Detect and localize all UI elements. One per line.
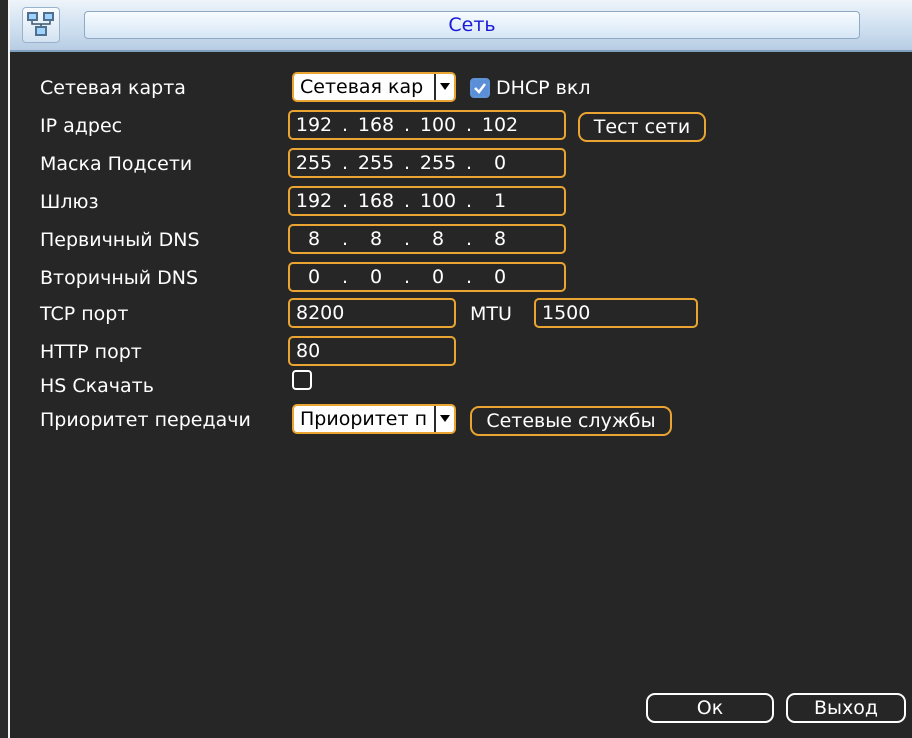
title-bar: Сеть xyxy=(10,0,912,52)
ip-octet: 8 xyxy=(493,228,507,250)
network-card-select[interactable]: Сетевая кар xyxy=(292,72,456,102)
ip-octet: 0 xyxy=(431,266,445,288)
check-icon xyxy=(474,83,486,94)
priority-select[interactable]: Приоритет п xyxy=(292,404,456,434)
network-card-value: Сетевая кар xyxy=(300,76,424,98)
ip-label: IP адрес xyxy=(40,115,123,137)
http-port-input[interactable]: 80 xyxy=(288,336,456,366)
ip-octet: 100 xyxy=(419,114,457,136)
dropdown-arrow-icon xyxy=(434,406,454,432)
ip-dot: . xyxy=(341,152,349,174)
ip-octet: 192 xyxy=(295,190,333,212)
ok-button[interactable]: Ок xyxy=(646,693,774,723)
ip-octet: 0 xyxy=(493,152,507,174)
ip-dot: . xyxy=(403,190,411,212)
ip-octet: 168 xyxy=(357,190,395,212)
dns2-label: Вторичный DNS xyxy=(40,267,199,289)
ip-dot: . xyxy=(403,228,411,250)
ip-dot: . xyxy=(403,114,411,136)
primary-dns-field[interactable]: 8 . 8 . 8 . 8 xyxy=(288,224,566,254)
network-services-button[interactable]: Сетевые службы xyxy=(470,406,672,436)
ip-octet: 0 xyxy=(307,266,321,288)
ip-dot: . xyxy=(465,114,473,136)
ip-octet: 1 xyxy=(493,190,507,212)
ip-octet: 255 xyxy=(357,152,395,174)
ip-octet: 8 xyxy=(431,228,445,250)
ip-octet: 192 xyxy=(295,114,333,136)
ip-octet: 168 xyxy=(357,114,395,136)
ip-dot: . xyxy=(465,152,473,174)
dns1-label: Первичный DNS xyxy=(40,229,200,251)
ip-dot: . xyxy=(403,266,411,288)
http-port-label: HTTP порт xyxy=(40,341,142,363)
exit-button[interactable]: Выход xyxy=(786,693,906,723)
ip-octet: 102 xyxy=(481,114,519,136)
dhcp-checkbox[interactable] xyxy=(470,78,490,98)
ip-dot: . xyxy=(465,190,473,212)
ip-dot: . xyxy=(341,228,349,250)
ip-octet: 8 xyxy=(369,228,383,250)
ip-octet: 100 xyxy=(419,190,457,212)
ip-octet: 255 xyxy=(295,152,333,174)
ip-dot: . xyxy=(465,228,473,250)
ip-octet: 8 xyxy=(307,228,321,250)
network-card-label: Сетевая карта xyxy=(40,77,186,99)
ip-dot: . xyxy=(465,266,473,288)
ip-octet: 255 xyxy=(419,152,457,174)
mtu-label: MTU xyxy=(470,303,512,325)
mask-label: Маска Подсети xyxy=(40,153,193,175)
ip-dot: . xyxy=(341,190,349,212)
gateway-field[interactable]: 192 . 168 . 100 . 1 xyxy=(288,186,566,216)
ip-dot: . xyxy=(341,266,349,288)
title-field: Сеть xyxy=(84,11,860,39)
subnet-mask-field[interactable]: 255 . 255 . 255 . 0 xyxy=(288,148,566,178)
priority-label: Приоритет передачи xyxy=(40,409,251,431)
dropdown-arrow-icon xyxy=(434,74,454,100)
network-settings-window: Сеть Сетевая карта Сетевая кар DHCP вкл … xyxy=(8,0,912,738)
secondary-dns-field[interactable]: 0 . 0 . 0 . 0 xyxy=(288,262,566,292)
mtu-input[interactable]: 1500 xyxy=(534,298,698,328)
hs-download-label: HS Скачать xyxy=(40,375,154,397)
priority-value: Приоритет п xyxy=(300,408,428,430)
tcp-port-label: TCP порт xyxy=(40,303,129,325)
test-network-button[interactable]: Тест сети xyxy=(578,112,706,142)
dhcp-label: DHCP вкл xyxy=(496,77,591,99)
hs-download-checkbox[interactable] xyxy=(292,370,312,390)
window-title: Сеть xyxy=(448,14,496,36)
network-icon xyxy=(22,7,60,43)
tcp-port-input[interactable]: 8200 xyxy=(288,298,456,328)
ip-dot: . xyxy=(403,152,411,174)
ip-dot: . xyxy=(341,114,349,136)
ip-address-field[interactable]: 192 . 168 . 100 . 102 xyxy=(288,110,566,140)
ip-octet: 0 xyxy=(369,266,383,288)
ip-octet: 0 xyxy=(493,266,507,288)
gateway-label: Шлюз xyxy=(40,191,99,213)
